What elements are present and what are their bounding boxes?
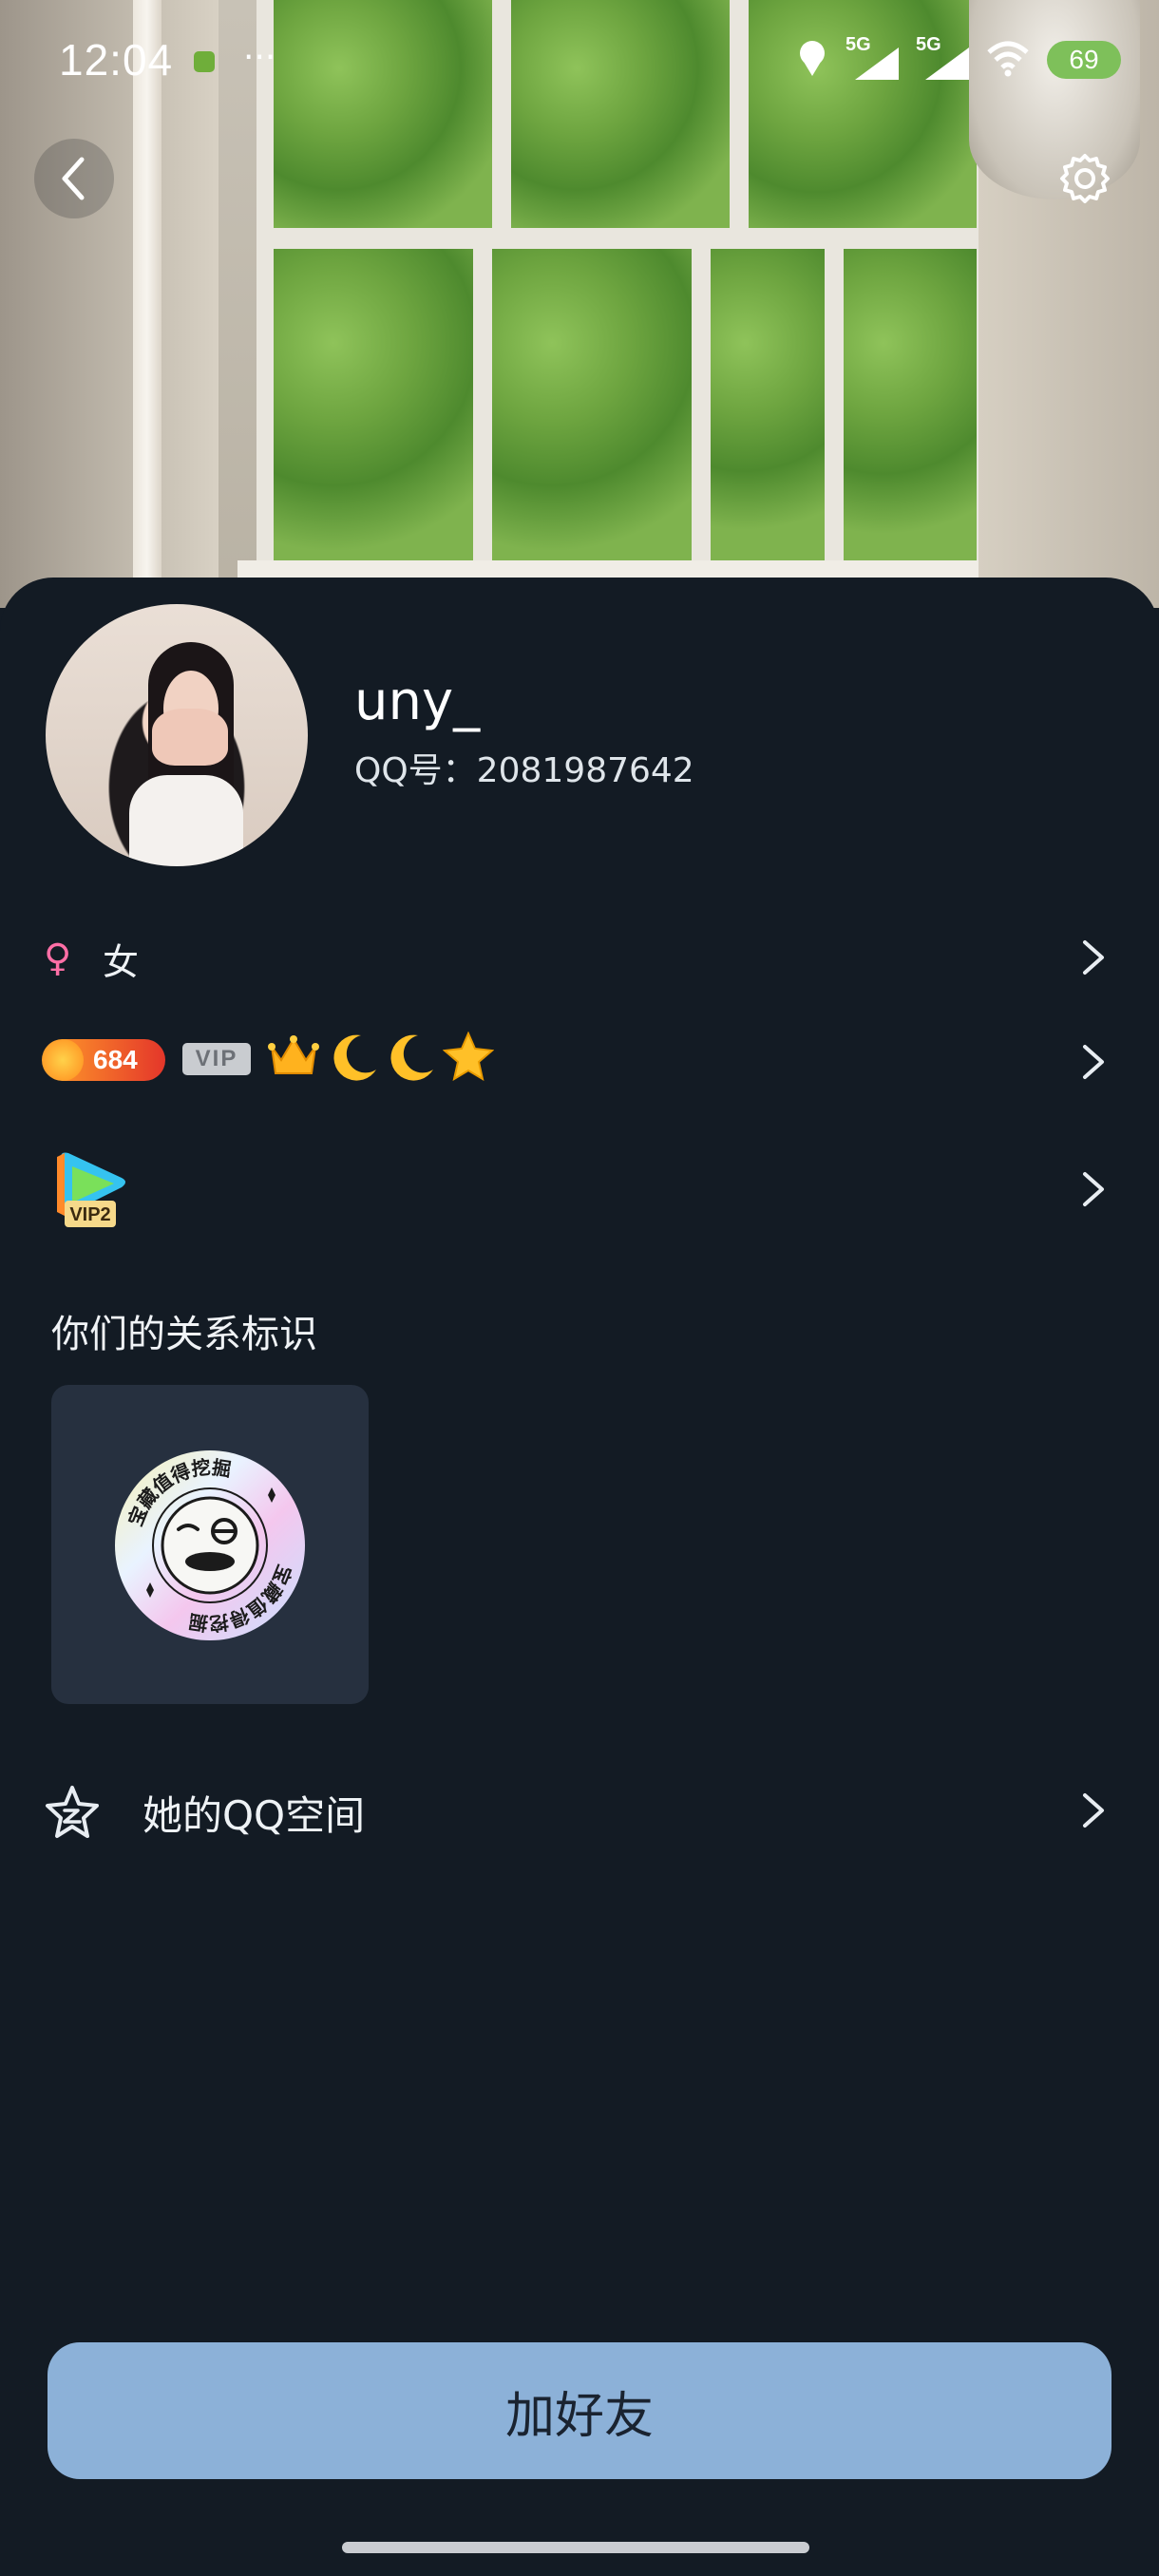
gear-icon [1060,154,1110,203]
level-badge: 684 [42,1039,165,1081]
status-icons: 5G 5G 69 [796,34,1121,84]
vip-badge: VIP [182,1043,251,1075]
coin-icon [42,1039,84,1081]
status-time: 12:04 [59,35,174,85]
settings-button[interactable] [1045,139,1125,218]
signal-icon: 5G [846,34,899,80]
level-value: 684 [93,1045,138,1074]
qzone-label: 她的QQ空间 [142,1792,366,1839]
chevron-right-icon [1083,1793,1104,1828]
star-icon [443,1032,494,1081]
moon-icon [390,1034,433,1081]
status-bar: 12:04 ··· 5G 5G 69 [0,0,1159,123]
notification-app-icon [194,51,215,72]
relationship-title: 你们的关系标识 [51,1313,317,1356]
vip2-label: VIP2 [69,1204,110,1225]
chevron-right-icon [1083,940,1104,975]
relationship-stamp: 宝藏值得挖掘 宝藏值得挖掘 [115,1450,305,1640]
more-notifications-icon: ··· [243,38,276,77]
moon-icon [333,1034,376,1081]
signal-icon: 5G [916,34,969,80]
female-icon: ♀ [44,937,72,980]
relationship-badge-card[interactable]: 宝藏值得挖掘 宝藏值得挖掘 [51,1385,369,1704]
avatar[interactable] [46,604,308,866]
crown-icon [268,1035,319,1074]
home-indicator[interactable] [342,2542,809,2553]
chevron-left-icon [62,157,85,200]
gender-row[interactable]: ♀ 女 [0,927,1159,994]
badges-row[interactable]: 684 VIP [0,1032,1159,1098]
chevron-right-icon [1083,1045,1104,1079]
video-vip-icon: VIP2 [57,1152,125,1227]
back-button[interactable] [34,139,114,218]
battery-indicator: 69 [1047,41,1121,79]
wifi-icon [986,39,1030,81]
qzone-row[interactable]: 她的QQ空间 [0,1776,1159,1852]
qzone-star-icon [46,1786,99,1838]
video-vip-row[interactable]: VIP2 [0,1149,1159,1235]
nickname: uny_ [354,671,481,732]
chevron-right-icon [1083,1172,1104,1206]
add-friend-button[interactable]: 加好友 [48,2342,1112,2479]
location-icon [796,39,828,81]
gender-label: 女 [103,941,140,983]
qq-number: QQ号：2081987642 [354,751,694,790]
